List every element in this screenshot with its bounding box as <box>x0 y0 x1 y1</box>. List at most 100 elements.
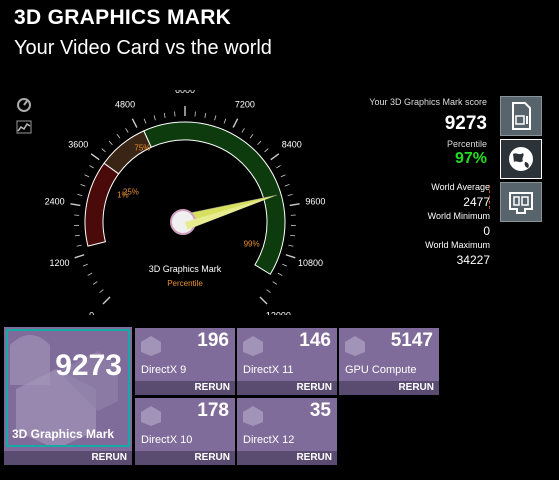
cube-icon <box>345 336 365 356</box>
gauge-minor-tick <box>125 128 129 133</box>
tile-gpu-compute[interactable]: 5147 GPU Compute RERUN <box>339 328 439 395</box>
tile-directx-10[interactable]: 178 DirectX 10 RERUN <box>135 398 235 465</box>
gauge-percentile-marker: 75% <box>134 143 150 152</box>
rerun-directx-12[interactable]: RERUN <box>237 451 337 465</box>
dx10-score: 178 <box>197 400 229 421</box>
rerun-3d-graphics-mark[interactable]: RERUN <box>4 451 132 465</box>
gauge-minor-tick <box>101 148 106 153</box>
world-min-value: 0 <box>483 224 490 238</box>
world-min-label: World Minimum <box>427 211 490 221</box>
gauge-major-tick <box>232 118 239 128</box>
world-max-label: World Maximum <box>425 240 490 250</box>
main-name: 3D Graphics Mark <box>12 427 115 441</box>
main-score: 9273 <box>55 349 122 382</box>
tile-directx-12[interactable]: 35 DirectX 12 RERUN <box>237 398 337 465</box>
gauge-minor-tick <box>143 118 147 124</box>
gauge-minor-tick <box>116 134 121 139</box>
gauge-minor-tick <box>280 174 286 178</box>
gauge-tick-label: 12000 <box>266 310 291 315</box>
dx11-name: DirectX 11 <box>243 364 294 376</box>
gpu-name: GPU Compute <box>345 364 417 376</box>
gauge-minor-tick <box>77 194 83 197</box>
gauge-tick-label: 4800 <box>115 99 135 109</box>
cube-icon <box>141 336 161 356</box>
globe-icon <box>509 147 533 171</box>
dx11-score: 146 <box>299 330 331 351</box>
cube-icon <box>243 406 263 426</box>
dx9-score: 196 <box>197 330 229 351</box>
gauge-percentile-marker: 1% <box>117 191 129 200</box>
gauge-band-mid <box>103 130 152 175</box>
gauge-tick-label: 0 <box>89 310 94 315</box>
gauge-minor-tick <box>108 140 113 146</box>
gauge-major-tick <box>102 296 111 305</box>
score-gauge: 0 1200 2400 3600 4800 6000 7200 8400 9600 10800 12… <box>45 90 326 315</box>
gauge-minor-tick <box>288 244 294 247</box>
gauge-minor-tick <box>153 115 156 121</box>
cube-icon <box>243 336 263 356</box>
gauge-minor-tick <box>89 165 94 169</box>
gauge-minor-tick <box>163 112 166 118</box>
page-title: 3D GRAPHICS MARK <box>14 6 232 29</box>
gauge-major-tick <box>74 254 85 259</box>
page-subtitle: Your Video Card vs the world <box>14 37 272 59</box>
gauge-minor-tick <box>277 272 283 276</box>
rerun-gpu-compute[interactable]: RERUN <box>339 381 439 395</box>
gauge-minor-tick <box>223 118 227 124</box>
score-value: 9273 <box>444 113 487 134</box>
gauge-minor-tick <box>87 272 93 276</box>
gauge-tick-label: 2400 <box>45 196 65 206</box>
document-button[interactable] <box>500 96 542 136</box>
gauge-major-tick <box>270 153 280 161</box>
cube-icon <box>141 406 161 426</box>
rerun-directx-10[interactable]: RERUN <box>135 451 235 465</box>
rerun-directx-11[interactable]: RERUN <box>237 381 337 395</box>
gauge-minor-tick <box>74 234 80 237</box>
globe-button[interactable] <box>500 139 542 179</box>
gauge-tick-label: 6000 <box>175 90 195 95</box>
world-average-value: 2477 <box>463 195 490 209</box>
gauge-label: 3D Graphics Mark <box>149 264 222 274</box>
gauge-major-tick <box>131 118 138 128</box>
tile-3d-graphics-mark[interactable]: 9273 3D Graphics Mark RERUN <box>4 327 132 465</box>
gauge-minor-tick <box>290 234 296 237</box>
gauge-tick-label: 7200 <box>235 99 255 109</box>
score-label: Your 3D Graphics Mark score <box>369 97 487 107</box>
document-icon <box>512 102 531 130</box>
gauge-minor-tick <box>272 281 278 285</box>
graphics-card-icon <box>509 192 533 214</box>
percentile-label: Percentile <box>446 139 487 149</box>
gauge-minor-tick <box>204 112 207 118</box>
gauge-minor-tick <box>257 140 262 146</box>
gauge-minor-tick <box>99 289 104 294</box>
dx9-name: DirectX 9 <box>141 364 187 376</box>
gauge-tick-label: 3600 <box>68 139 88 149</box>
tile-directx-11[interactable]: 146 DirectX 11 RERUN <box>237 328 337 395</box>
gauge-minor-tick <box>264 148 269 153</box>
gauge-major-tick <box>285 254 296 259</box>
gpu-score: 5147 <box>390 330 433 351</box>
gauge-major-tick <box>90 153 100 161</box>
main-tile-body: 9273 3D Graphics Mark <box>6 329 130 447</box>
gauge-minor-tick <box>284 184 290 187</box>
gauge-minor-tick <box>276 165 281 169</box>
gauge-minor-tick <box>287 194 293 197</box>
dx10-name: DirectX 10 <box>141 434 193 446</box>
gauge-sublabel: Percentile <box>167 279 203 288</box>
gauge-tick-label: 9600 <box>305 196 325 206</box>
gauge-major-tick <box>70 203 81 207</box>
gauge-minor-tick <box>266 289 271 294</box>
graphics-card-button[interactable] <box>500 182 542 222</box>
gauge-minor-tick <box>282 263 288 267</box>
dx12-score: 35 <box>309 400 331 421</box>
gauge-tick-label: 10800 <box>298 258 323 268</box>
gauge-percentile-marker: 99% <box>244 240 260 249</box>
gauge-band-low <box>84 162 120 247</box>
gauge-minor-tick <box>92 281 98 285</box>
tile-directx-9[interactable]: 196 DirectX 9 RERUN <box>135 328 235 395</box>
rerun-directx-9[interactable]: RERUN <box>135 381 235 395</box>
gauge-minor-tick <box>214 115 217 121</box>
gauge-minor-tick <box>82 263 88 267</box>
gauge-minor-tick <box>84 174 90 178</box>
gauge-minor-tick <box>249 134 254 139</box>
